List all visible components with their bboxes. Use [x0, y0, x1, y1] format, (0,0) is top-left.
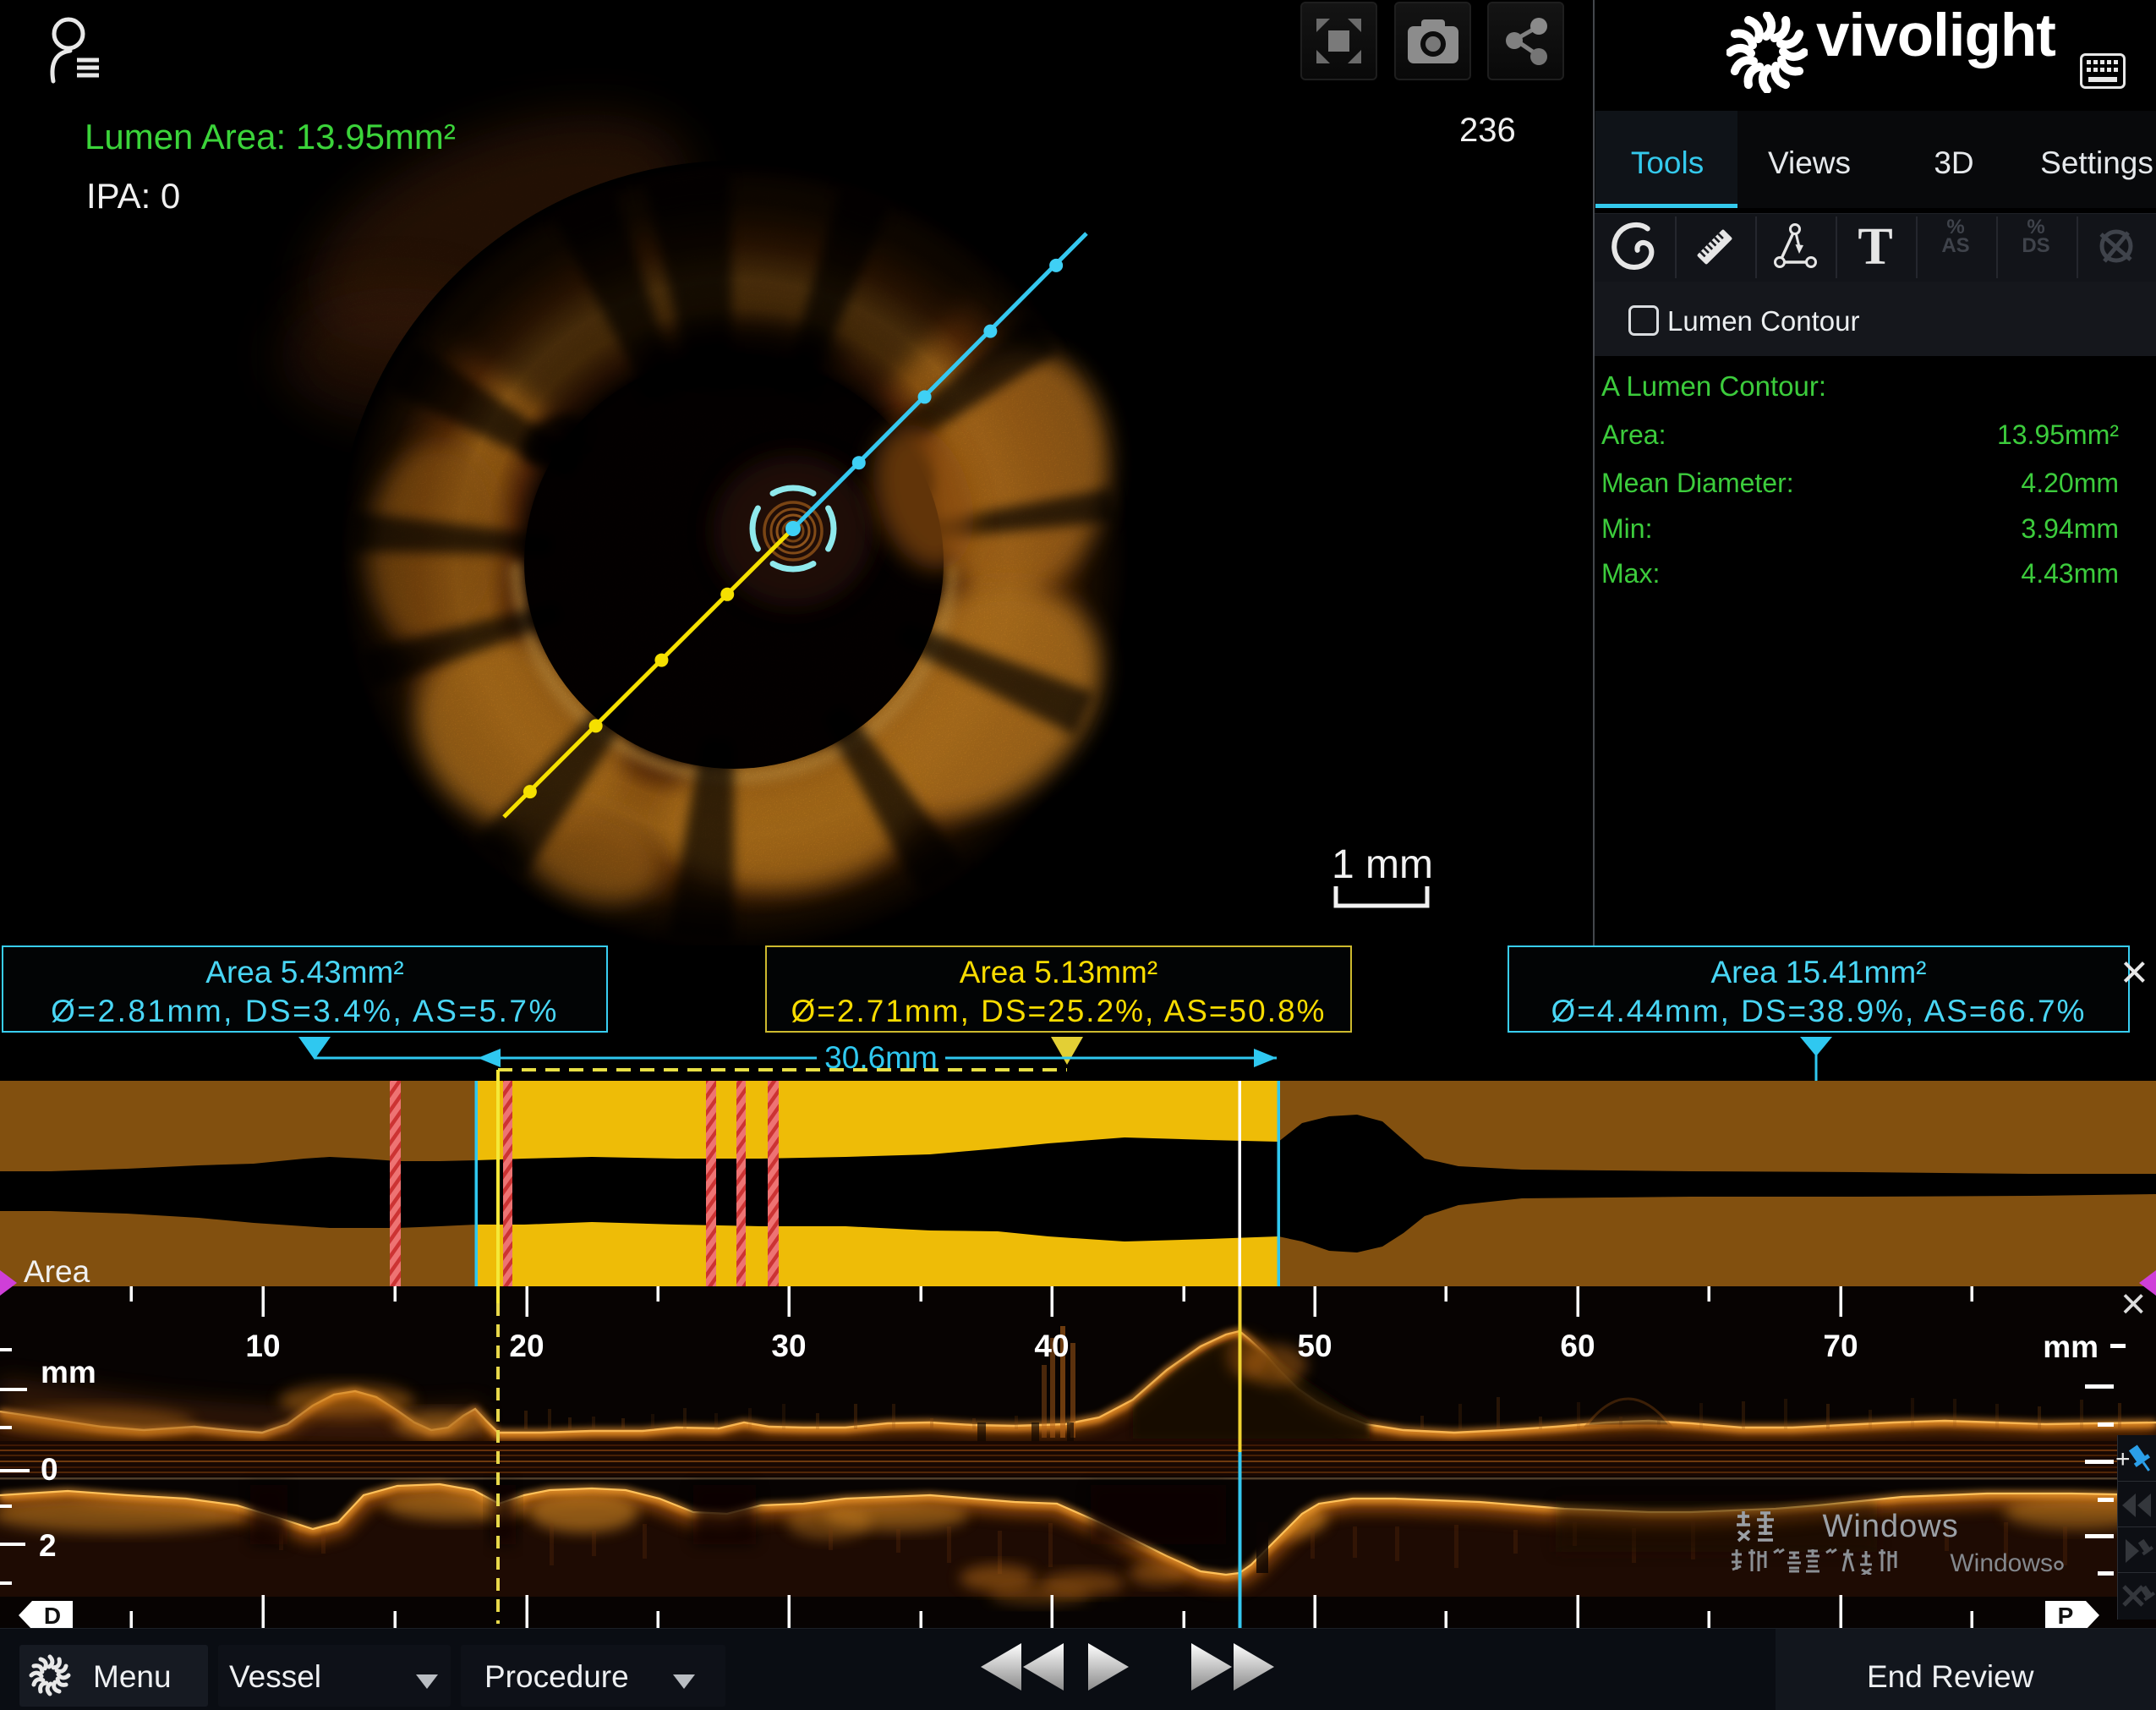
svg-text:+: +	[2115, 1445, 2131, 1473]
svg-text:2: 2	[39, 1528, 57, 1563]
svg-text:D: D	[44, 1603, 61, 1628]
svg-text:70: 70	[1823, 1329, 1858, 1363]
svg-text:30: 30	[771, 1329, 806, 1363]
svg-text:10: 10	[245, 1329, 280, 1363]
svg-text:40: 40	[1034, 1329, 1069, 1363]
svg-text:20: 20	[509, 1329, 544, 1363]
svg-text:mm: mm	[2043, 1329, 2099, 1364]
svg-text:0: 0	[41, 1452, 58, 1487]
svg-text:60: 60	[1560, 1329, 1595, 1363]
svg-text:Area: Area	[24, 1254, 90, 1289]
svg-text:P: P	[2058, 1603, 2074, 1628]
svg-text:1 mm: 1 mm	[1332, 842, 1433, 887]
svg-text:50: 50	[1297, 1329, 1332, 1363]
svg-text:mm: mm	[41, 1355, 96, 1389]
